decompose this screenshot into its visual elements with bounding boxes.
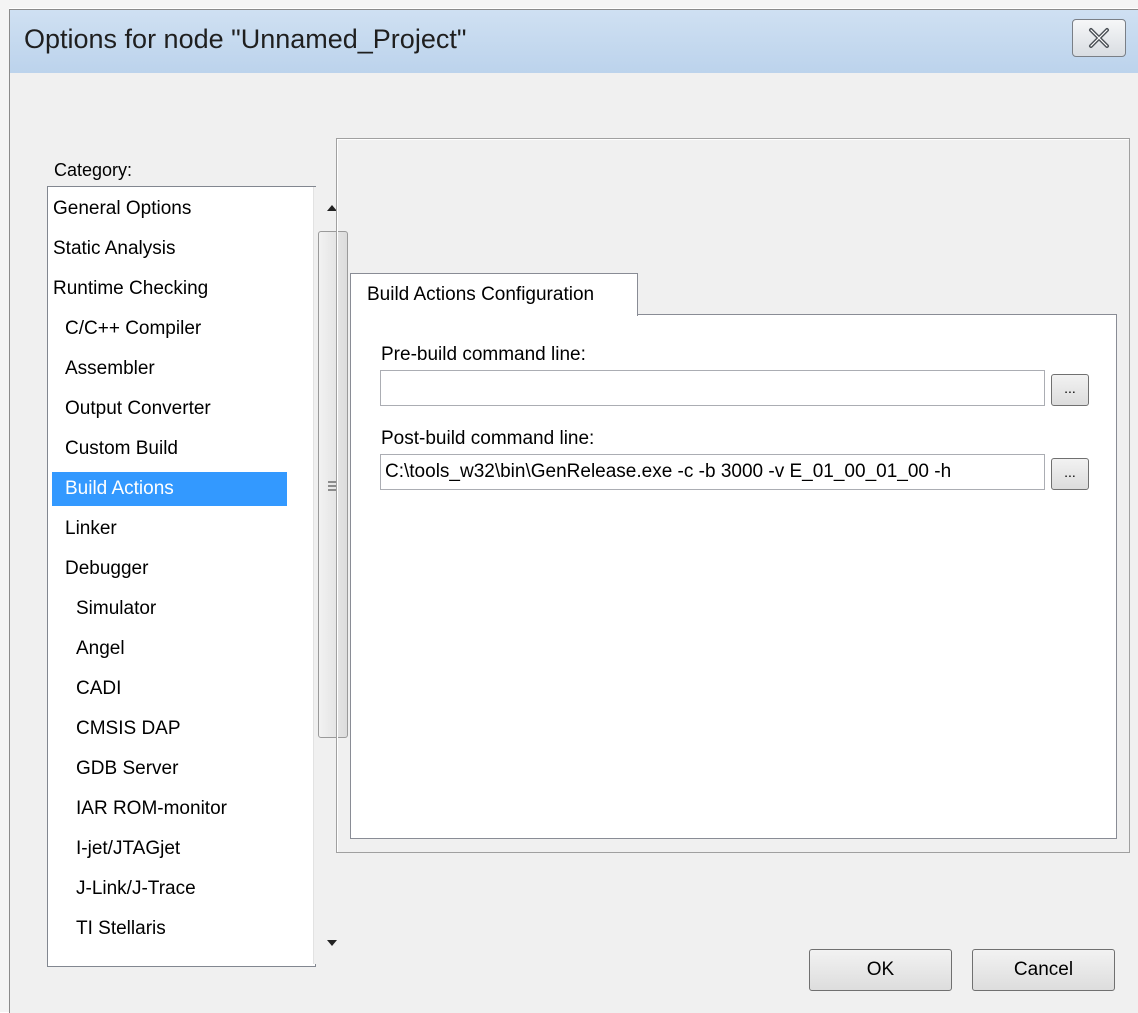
category-item[interactable]: GDB Server — [76, 752, 178, 786]
category-item[interactable]: Simulator — [76, 592, 156, 626]
tab-build-actions-configuration[interactable]: Build Actions Configuration — [350, 273, 638, 316]
post-build-label: Post-build command line: — [381, 428, 595, 449]
category-item[interactable]: TI Stellaris — [76, 912, 166, 946]
background-window-edge — [0, 0, 1138, 8]
cancel-button[interactable]: Cancel — [972, 949, 1115, 991]
post-build-input[interactable] — [380, 454, 1045, 490]
category-item[interactable]: General Options — [53, 192, 191, 226]
category-item[interactable]: Output Converter — [65, 392, 211, 426]
category-item[interactable]: I-jet/JTAGjet — [76, 832, 180, 866]
category-item[interactable]: Static Analysis — [53, 232, 176, 266]
category-item[interactable]: Runtime Checking — [53, 272, 208, 306]
scroll-down-arrow[interactable] — [314, 924, 350, 964]
post-build-browse-button[interactable]: ... — [1051, 458, 1089, 490]
category-item[interactable]: Assembler — [65, 352, 155, 386]
category-item[interactable]: Build Actions — [52, 472, 287, 506]
category-item[interactable]: J-Link/J-Trace — [76, 872, 196, 906]
dialog-title: Options for node "Unnamed_Project" — [24, 24, 467, 54]
pre-build-input[interactable] — [380, 370, 1045, 406]
category-item[interactable]: CADI — [76, 672, 121, 706]
close-icon — [1089, 28, 1109, 48]
options-dialog: Options for node "Unnamed_Project" Categ… — [9, 9, 1138, 1013]
pre-build-label: Pre-build command line: — [381, 344, 586, 365]
category-item[interactable]: CMSIS DAP — [76, 712, 181, 746]
category-item[interactable]: Angel — [76, 632, 125, 666]
close-button[interactable] — [1072, 19, 1126, 57]
category-label: Category: — [54, 160, 133, 180]
triangle-down-icon — [327, 940, 337, 946]
title-bar[interactable]: Options for node "Unnamed_Project" — [10, 10, 1138, 73]
category-item[interactable]: C/C++ Compiler — [65, 312, 201, 346]
category-item[interactable]: IAR ROM-monitor — [76, 792, 227, 826]
background-window-side — [0, 0, 9, 1012]
category-list[interactable]: General Options Static Analysis Runtime Ch… — [47, 186, 350, 967]
category-item[interactable]: Debugger — [65, 552, 148, 586]
tab-label: Build Actions Configuration — [367, 284, 595, 305]
category-item[interactable]: Custom Build — [65, 432, 178, 466]
category-item[interactable]: Linker — [65, 512, 117, 546]
ok-button[interactable]: OK — [809, 949, 952, 991]
pre-build-browse-button[interactable]: ... — [1051, 374, 1089, 406]
